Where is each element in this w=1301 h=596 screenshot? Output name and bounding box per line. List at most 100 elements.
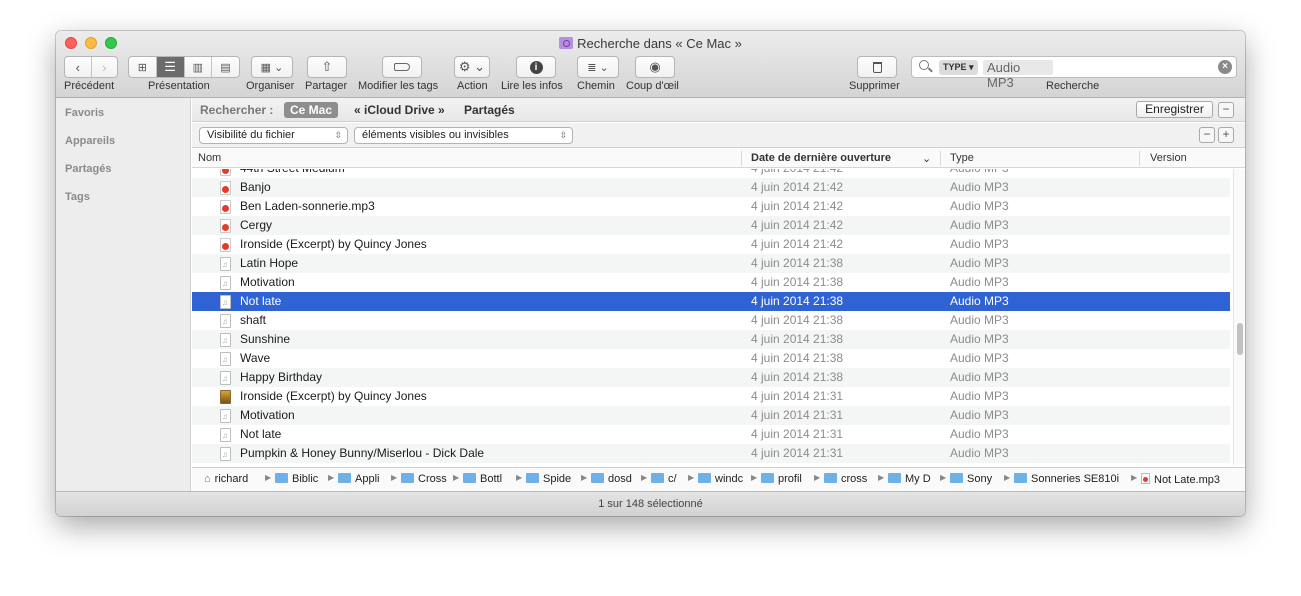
row-date: 4 juin 2014 21:38 (751, 313, 844, 327)
clear-search-icon[interactable]: × (1218, 60, 1232, 74)
quicklook-button[interactable]: ◉ (635, 56, 675, 78)
row-date: 4 juin 2014 21:31 (751, 408, 844, 422)
arrange-button[interactable]: ▦ ⌄ (251, 56, 293, 78)
remove-search-button[interactable]: − (1218, 102, 1234, 118)
share-button[interactable]: ⇧ (307, 56, 347, 78)
criteria-attribute-popup[interactable]: Visibilité du fichier ⇳ (199, 127, 348, 144)
music-file-icon (220, 369, 231, 388)
criteria-value-popup[interactable]: éléments visibles ou invisibles ⇳ (354, 127, 573, 144)
path-item[interactable]: ⌂ richard (204, 473, 248, 485)
sidebar-section-shared[interactable]: Partagés (65, 163, 111, 175)
scope-this-mac[interactable]: Ce Mac (284, 102, 339, 118)
column-separator[interactable] (940, 151, 941, 166)
tag-icon (394, 63, 410, 71)
vertical-scrollbar[interactable] (1233, 169, 1245, 465)
table-row[interactable]: Cergy 4 juin 2014 21:42 Audio MP3 (192, 216, 1230, 235)
get-info-button[interactable]: i (516, 56, 556, 78)
music-file-icon (220, 445, 231, 464)
sidebar-section-tags[interactable]: Tags (65, 191, 90, 203)
path-item[interactable]: Cross (401, 473, 447, 485)
list-icon: ☰ (164, 59, 176, 74)
path-item[interactable]: Not Late.mp3 (1141, 473, 1220, 486)
scope-icloud-drive[interactable]: « iCloud Drive » (348, 102, 451, 118)
music-file-icon (220, 426, 231, 445)
row-name: Ironside (Excerpt) by Quincy Jones (240, 237, 427, 251)
back-forward-control: ‹ › (64, 56, 118, 78)
save-search-button[interactable]: Enregistrer (1136, 101, 1213, 118)
trash-icon (872, 61, 882, 73)
scrollbar-thumb[interactable] (1237, 323, 1243, 355)
sidebar-section-devices[interactable]: Appareils (65, 135, 115, 147)
row-date: 4 juin 2014 21:38 (751, 370, 844, 384)
back-label: Précédent (64, 80, 115, 92)
column-header-name[interactable]: Nom (198, 152, 221, 164)
path-item-label: Spide (543, 473, 572, 485)
path-item[interactable]: Spide (526, 473, 571, 485)
table-row[interactable]: Ben Laden-sonnerie.mp3 4 juin 2014 21:42 A… (192, 197, 1230, 216)
music-file-icon (220, 312, 231, 331)
forward-button[interactable]: › (92, 57, 118, 77)
column-header-version[interactable]: Version (1150, 152, 1187, 164)
column-separator[interactable] (1139, 151, 1140, 166)
path-item[interactable]: windc (698, 473, 743, 485)
table-row[interactable]: Not late 4 juin 2014 21:31 Audio MP3 (192, 425, 1230, 445)
table-row[interactable]: Happy Birthday 4 juin 2014 21:38 Audio MP3 (192, 368, 1230, 388)
info-icon: i (529, 60, 543, 74)
path-separator-icon: ▶ (940, 473, 947, 482)
column-header-date[interactable]: Date de dernière ouverture (751, 152, 891, 164)
search-field[interactable]: TYPE ▾ Audio MP3 × (911, 56, 1237, 90)
path-item[interactable]: Biblic (275, 473, 318, 485)
table-row[interactable]: Latin Hope 4 juin 2014 21:38 Audio MP3 (192, 254, 1230, 274)
path-item[interactable]: Sony (950, 473, 992, 485)
table-row[interactable]: Ironside (Excerpt) by Quincy Jones 4 juin… (192, 235, 1230, 254)
path-item[interactable]: Bottl (463, 473, 502, 485)
path-item-label: Sonneries SE810i (1031, 473, 1120, 485)
row-name: Motivation (240, 408, 295, 422)
folder-icon (824, 473, 837, 483)
eye-icon: ◉ (649, 59, 661, 74)
search-results-pane: Rechercher : Ce Mac « iCloud Drive » Par… (192, 98, 1245, 491)
table-row[interactable]: Banjo 4 juin 2014 21:42 Audio MP3 (192, 178, 1230, 197)
row-type: Audio MP3 (950, 294, 1009, 308)
column-header-type[interactable]: Type (950, 152, 974, 164)
list-view-button[interactable]: ☰ (156, 57, 185, 77)
view-label: Présentation (148, 80, 210, 92)
path-item[interactable]: Appli (338, 473, 379, 485)
delete-button[interactable] (857, 56, 897, 78)
table-row[interactable]: Pumpkin & Honey Bunny/Miserlou - Dick Da… (192, 444, 1230, 464)
table-row[interactable]: Motivation 4 juin 2014 21:38 Audio MP3 (192, 273, 1230, 293)
table-row[interactable]: Not late 4 juin 2014 21:38 Audio MP3 (192, 292, 1230, 312)
path-separator-icon: ▶ (878, 473, 885, 482)
table-row[interactable]: 44th Street Medium 4 juin 2014 21:42 Audio… (192, 169, 1230, 178)
edit-tags-button[interactable] (382, 56, 422, 78)
search-token[interactable]: TYPE ▾ (939, 60, 978, 75)
remove-criteria-button[interactable]: − (1199, 127, 1215, 143)
table-row[interactable]: Motivation 4 juin 2014 21:31 Audio MP3 (192, 406, 1230, 426)
add-criteria-button[interactable]: + (1218, 127, 1234, 143)
path-bar: ⌂ richard ▶ Biblic ▶ Appli ▶ Cross ▶ Bottl ▶ Spide ▶… (192, 467, 1245, 491)
search-query[interactable]: Audio MP3 (983, 60, 1053, 90)
sidebar-section-favorites[interactable]: Favoris (65, 107, 104, 119)
column-view-button[interactable]: ▥ (185, 57, 213, 77)
table-row[interactable]: Wave 4 juin 2014 21:38 Audio MP3 (192, 349, 1230, 369)
path-button[interactable]: ≣ ⌄ (577, 56, 619, 78)
path-item[interactable]: dosd (591, 473, 632, 485)
coverflow-view-button[interactable]: ▤ (212, 57, 239, 77)
path-item[interactable]: profil (761, 473, 802, 485)
row-name: Not late (240, 427, 282, 441)
icon-view-button[interactable]: ⊞ (129, 57, 157, 77)
path-item[interactable]: My D (888, 473, 931, 485)
path-item[interactable]: cross (824, 473, 867, 485)
folder-icon (1014, 473, 1027, 483)
scope-shared[interactable]: Partagés (458, 102, 521, 118)
folder-icon (651, 473, 664, 483)
table-row[interactable]: Sunshine 4 juin 2014 21:38 Audio MP3 (192, 330, 1230, 350)
path-item[interactable]: Sonneries SE810i (1014, 473, 1119, 485)
back-button[interactable]: ‹ (65, 57, 92, 77)
column-separator[interactable] (741, 151, 742, 166)
path-separator-icon: ▶ (328, 473, 335, 482)
action-button[interactable]: ⚙ ⌄ (454, 56, 490, 78)
table-row[interactable]: Ironside (Excerpt) by Quincy Jones 4 juin… (192, 387, 1230, 406)
path-item[interactable]: c/ (651, 473, 677, 485)
table-row[interactable]: shaft 4 juin 2014 21:38 Audio MP3 (192, 311, 1230, 331)
